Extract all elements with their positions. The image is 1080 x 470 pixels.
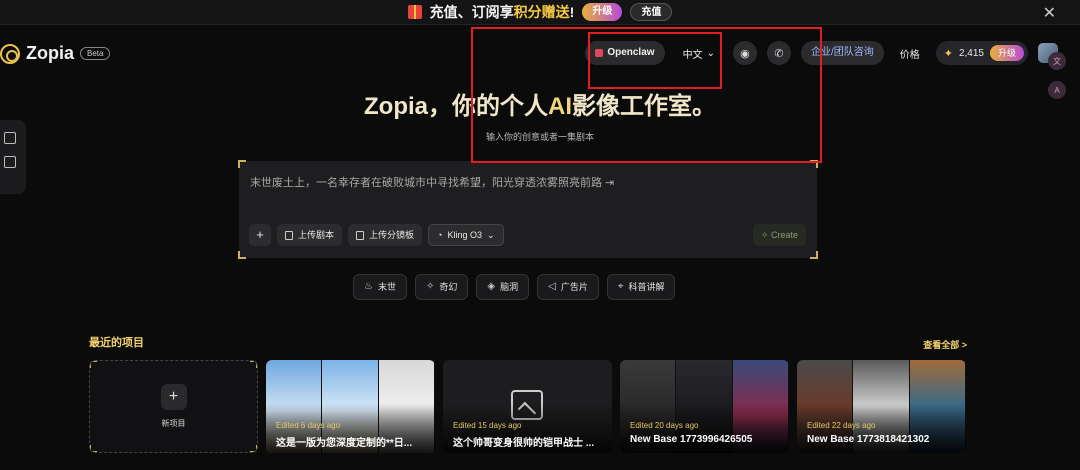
- credits-display[interactable]: ✦ 2,415 升级: [935, 41, 1028, 65]
- project-title: New Base 1773996426505: [630, 434, 753, 445]
- brand-name: Zopia: [26, 43, 74, 63]
- close-icon[interactable]: ✕: [1043, 3, 1056, 23]
- promo-upgrade-button[interactable]: 升级: [582, 3, 623, 21]
- document-icon: [285, 230, 293, 240]
- zopia-logo-icon: [0, 43, 20, 64]
- composer-tools: + 上传剧本 上传分镜板 ◔ Kling O3 ⌄: [249, 224, 504, 246]
- category-apocalypse[interactable]: ♨ 末世: [353, 274, 407, 300]
- project-title: 这是一版为您深度定制的**日...: [276, 438, 413, 449]
- category-science[interactable]: ⌖ 科普讲解: [606, 274, 676, 300]
- create-button[interactable]: ✧ Create: [752, 224, 806, 246]
- upload-script-label: 上传剧本: [298, 230, 335, 240]
- frame-corner: [250, 445, 257, 452]
- project-title: New Base 1773818421302: [807, 434, 930, 445]
- promo-charge-button[interactable]: 充值: [630, 3, 673, 21]
- create-label: Create: [770, 230, 798, 240]
- edited-time: Edited 20 days ago: [630, 421, 699, 430]
- upload-storyboard-label: 上传分镜板: [369, 230, 415, 240]
- edited-time: Edited 6 days ago: [276, 421, 341, 430]
- category-brainstorm[interactable]: ◈ 脑洞: [476, 274, 530, 300]
- plus-icon: +: [160, 384, 187, 410]
- flame-icon: ♨: [364, 281, 373, 292]
- upload-script-button[interactable]: 上传剧本: [277, 224, 343, 246]
- megaphone-icon: ◁: [548, 281, 556, 292]
- promo-text: 充值、订阅享积分赠送!: [429, 4, 575, 20]
- category-label: 科普讲解: [628, 282, 665, 292]
- recent-projects-title: 最近的项目: [89, 337, 144, 349]
- beta-badge: Beta: [80, 47, 111, 60]
- new-project-card[interactable]: + 新项目: [89, 360, 258, 453]
- annotation-box: [588, 32, 722, 89]
- storyboard-icon: [356, 230, 365, 240]
- project-card[interactable]: Edited 6 days ago 这是一版为您深度定制的**日...: [266, 360, 435, 453]
- category-label: 广告片: [560, 282, 588, 292]
- upload-storyboard-button[interactable]: 上传分镜板: [348, 224, 423, 246]
- pricing-link[interactable]: 价格: [894, 46, 926, 61]
- add-button[interactable]: +: [249, 224, 271, 246]
- frame-corner: [238, 251, 246, 259]
- kling-icon: ◔: [437, 230, 443, 240]
- promo-banner: 充值、订阅享积分赠送! 升级 充值 ✕: [0, 0, 1080, 25]
- telescope-icon: ⌖: [617, 281, 624, 292]
- frame-corner: [810, 251, 818, 259]
- frame-corner: [250, 361, 257, 368]
- category-chips: ♨ 末世 ✧ 奇幻 ◈ 脑洞 ◁ 广告片 ⌖ 科普讲解: [353, 274, 676, 300]
- edited-time: Edited 22 days ago: [807, 421, 876, 430]
- category-label: 脑洞: [500, 282, 519, 292]
- project-title: 这个帅哥变身很帅的铠甲战士 ...: [453, 438, 595, 449]
- prompt-composer: 末世废土上，一名幸存者在破败城市中寻找希望，阳光穿透浓雾照亮前路 ⇥ + 上传剧…: [238, 160, 818, 259]
- edited-time: Edited 15 days ago: [453, 421, 522, 430]
- sparkle-icon: ✧: [425, 281, 435, 292]
- model-label: Kling O3: [447, 230, 482, 240]
- sparkle-icon: ✧: [760, 230, 769, 240]
- translate-icon[interactable]: 文: [1048, 52, 1066, 70]
- project-card[interactable]: Edited 15 days ago 这个帅哥变身很帅的铠甲战士 ...: [443, 360, 612, 453]
- brand-logo[interactable]: Zopia Beta: [0, 43, 111, 64]
- view-all-link[interactable]: 查看全部 >: [923, 338, 967, 351]
- gift-icon: [407, 5, 422, 19]
- new-project-label: 新项目: [161, 419, 186, 428]
- credits-value: 2,415: [958, 47, 984, 59]
- chevron-down-icon: ⌄: [487, 230, 495, 240]
- frame-corner: [90, 445, 97, 452]
- frame-corner: [238, 160, 246, 168]
- category-label: 奇幻: [439, 282, 458, 292]
- category-ad[interactable]: ◁ 广告片: [537, 274, 599, 300]
- library-icon[interactable]: [4, 156, 16, 168]
- category-fantasy[interactable]: ✧ 奇幻: [414, 274, 469, 300]
- frame-corner: [90, 361, 97, 368]
- category-label: 末世: [377, 282, 396, 292]
- recent-projects: + 新项目 Edited 6 days ago 这是一版为您深度定制的**日..…: [89, 360, 966, 453]
- upgrade-button[interactable]: 升级: [989, 45, 1024, 61]
- puzzle-icon: ◈: [487, 281, 496, 292]
- sparkle-icon: ✦: [943, 47, 953, 60]
- project-card[interactable]: Edited 20 days ago New Base 177399642650…: [620, 360, 789, 453]
- model-selector[interactable]: ◔ Kling O3 ⌄: [428, 224, 504, 246]
- prompt-input[interactable]: 末世废土上，一名幸存者在破败城市中寻找希望，阳光穿透浓雾照亮前路 ⇥: [250, 174, 614, 190]
- project-card[interactable]: Edited 22 days ago New Base 177381842130…: [797, 360, 966, 453]
